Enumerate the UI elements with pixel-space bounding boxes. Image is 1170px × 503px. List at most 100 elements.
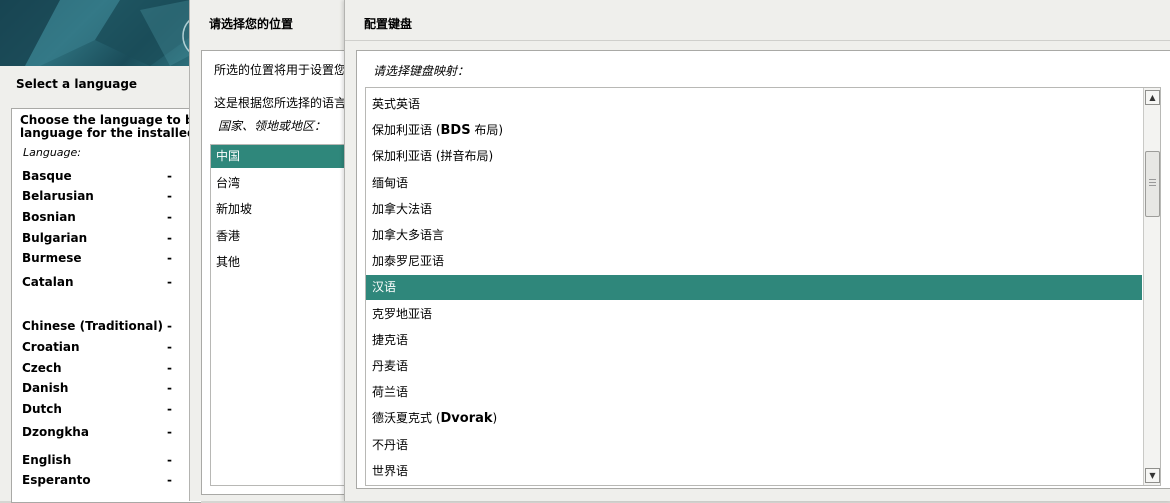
keymap-text: 加泰罗尼亚语 bbox=[372, 254, 445, 269]
keymap-item[interactable]: 德沃夏克式 (Dvorak) bbox=[366, 406, 1142, 431]
keymap-item[interactable]: 捷克语 bbox=[366, 328, 1142, 353]
keymap-item[interactable]: 缅甸语 bbox=[366, 171, 1142, 196]
keymap-suffix: 布局) bbox=[470, 123, 504, 138]
language-name: Croatian bbox=[22, 340, 80, 354]
language-name: English bbox=[22, 453, 72, 467]
country-item[interactable]: 新加坡 bbox=[211, 198, 363, 221]
keymap-suffix: ) bbox=[492, 411, 498, 426]
keymap-item[interactable]: 汉语 bbox=[366, 275, 1142, 301]
language-separator: - bbox=[167, 425, 172, 439]
keymap-item[interactable]: 英式英语 bbox=[366, 92, 1142, 117]
keymap-text: 世界语 bbox=[372, 463, 409, 478]
keymap-text: 缅甸语 bbox=[372, 175, 409, 190]
arrow-down-icon[interactable]: ▼ bbox=[1145, 468, 1160, 483]
language-separator: - bbox=[167, 340, 172, 354]
country-name: 中国 bbox=[216, 149, 241, 163]
language-name: Esperanto bbox=[22, 473, 91, 487]
keyboard-window-title: 配置键盘 bbox=[364, 17, 413, 31]
keymap-text: 不丹语 bbox=[372, 437, 409, 452]
keymap-text: 保加利亚语 ( bbox=[372, 123, 441, 138]
country-item[interactable]: 中国 bbox=[211, 145, 363, 168]
country-name: 新加坡 bbox=[216, 202, 253, 216]
country-name: 其他 bbox=[216, 255, 241, 269]
location-window-title: 请选择您的位置 bbox=[209, 17, 294, 31]
language-separator: - bbox=[167, 381, 172, 395]
keymap-scrollbar[interactable]: ▲ ▼ bbox=[1143, 88, 1160, 485]
language-list[interactable]: Basque - Belarusian - Bosnian - Bulgarian - Burm… bbox=[19, 166, 201, 496]
keymap-variant: BDS bbox=[440, 123, 471, 139]
language-separator: - bbox=[167, 210, 172, 224]
language-name: Basque bbox=[22, 169, 72, 183]
banner-image bbox=[0, 0, 200, 66]
language-separator: - bbox=[167, 402, 172, 416]
keymap-list-label: 请选择键盘映射： bbox=[373, 64, 470, 78]
country-list-label: 国家、领地或地区： bbox=[218, 119, 327, 133]
keymap-item[interactable]: 克罗地亚语 bbox=[366, 302, 1142, 327]
language-name: Chinese (Simplified) bbox=[22, 296, 159, 310]
keymap-item[interactable]: 不丹语 bbox=[366, 433, 1142, 458]
language-separator: - bbox=[167, 231, 172, 245]
language-separator: - bbox=[167, 169, 172, 183]
language-instruction-line2: language for the installed s bbox=[20, 126, 200, 140]
keymap-item[interactable]: 加拿大多语言 bbox=[366, 223, 1142, 248]
language-name: Dzongkha bbox=[22, 425, 89, 439]
language-name: Dutch bbox=[22, 402, 62, 416]
keymap-text: 捷克语 bbox=[372, 332, 409, 347]
keymap-item[interactable]: 丹麦语 bbox=[366, 354, 1142, 379]
language-panel: Choose the language to be u language for… bbox=[11, 108, 201, 503]
keymap-text: 加拿大法语 bbox=[372, 201, 433, 216]
arrow-up-icon[interactable]: ▲ bbox=[1145, 90, 1160, 105]
keymap-item[interactable]: 保加利亚语 (拼音布局) bbox=[366, 144, 1142, 169]
language-name: Catalan bbox=[22, 275, 74, 289]
language-separator: - bbox=[167, 319, 172, 333]
language-name: Chinese (Traditional) bbox=[22, 319, 164, 333]
keymap-text: 荷兰语 bbox=[372, 385, 409, 400]
keymap-label: 保加利亚语 (拼音布局) bbox=[372, 144, 493, 169]
country-item[interactable]: 香港 bbox=[211, 225, 363, 248]
keymap-label: 加拿大多语言 bbox=[372, 223, 444, 248]
keymap-text: 克罗地亚语 bbox=[372, 306, 433, 321]
keymap-label: 德沃夏克式 (Dvorak) bbox=[372, 406, 497, 431]
language-instruction: Choose the language to be u language for… bbox=[20, 114, 200, 140]
keymap-label: 加拿大法语 bbox=[372, 197, 432, 222]
keyboard-window: 配置键盘 请选择键盘映射： 英式英语保加利亚语 (BDS 布局) 保加利亚语 (拼… bbox=[344, 0, 1170, 501]
scrollbar-thumb[interactable] bbox=[1145, 151, 1160, 217]
keymap-item[interactable]: 加拿大法语 bbox=[366, 197, 1142, 222]
language-window: Select a language Choose the language to… bbox=[0, 0, 201, 503]
keymap-label: 保加利亚语 (BDS 布局) bbox=[372, 118, 503, 143]
language-window-title: Select a language bbox=[16, 77, 138, 91]
location-description-line1: 所选的位置将用于设置您 bbox=[214, 63, 347, 77]
keymap-label: 英式英语 bbox=[372, 92, 420, 117]
keyboard-panel: 请选择键盘映射： 英式英语保加利亚语 (BDS 布局) 保加利亚语 (拼音布局) 缅… bbox=[356, 50, 1170, 489]
language-name: Bosnian bbox=[22, 210, 76, 224]
keymap-text: 汉语 bbox=[372, 280, 397, 295]
country-list[interactable]: 中国台湾新加坡香港其他 bbox=[210, 144, 363, 486]
country-item[interactable]: 其他 bbox=[211, 251, 363, 274]
country-name: 台湾 bbox=[216, 175, 241, 190]
language-separator: - bbox=[167, 275, 172, 289]
keymap-list[interactable]: 英式英语保加利亚语 (BDS 布局) 保加利亚语 (拼音布局) 缅甸语加拿大法语加拿… bbox=[365, 87, 1161, 486]
keymap-label: 克罗地亚语 bbox=[372, 302, 432, 327]
keymap-label: 不丹语 bbox=[372, 433, 408, 458]
keymap-text: 保加利亚语 (拼音布局) bbox=[372, 149, 494, 164]
country-name: 香港 bbox=[216, 228, 241, 243]
keymap-label: 加泰罗尼亚语 bbox=[372, 249, 444, 274]
keymap-item[interactable]: 世界语 bbox=[366, 459, 1142, 484]
title-divider bbox=[345, 40, 1170, 41]
keymap-item[interactable]: 荷兰语 bbox=[366, 380, 1142, 405]
keymap-item[interactable]: 保加利亚语 (BDS 布局) bbox=[366, 118, 1142, 143]
location-window: 请选择您的位置 所选的位置将用于设置您 这是根据您所选择的语言 国家、领地或地区… bbox=[189, 0, 363, 501]
language-separator: - bbox=[167, 296, 172, 310]
language-separator: - bbox=[167, 251, 172, 265]
location-description-line2: 这是根据您所选择的语言 bbox=[214, 96, 347, 110]
language-list-label: Language: bbox=[23, 146, 81, 159]
language-separator: - bbox=[167, 473, 172, 487]
keymap-item[interactable]: 加泰罗尼亚语 bbox=[366, 249, 1142, 274]
keymap-label: 丹麦语 bbox=[372, 354, 408, 379]
language-name: Danish bbox=[22, 381, 69, 395]
keymap-text: 英式英语 bbox=[372, 97, 421, 111]
country-item[interactable]: 台湾 bbox=[211, 172, 363, 195]
grip-icon bbox=[1149, 179, 1156, 187]
keymap-label: 世界语 bbox=[372, 459, 408, 484]
location-panel: 所选的位置将用于设置您 这是根据您所选择的语言 国家、领地或地区： 中国台湾新加… bbox=[201, 50, 363, 495]
